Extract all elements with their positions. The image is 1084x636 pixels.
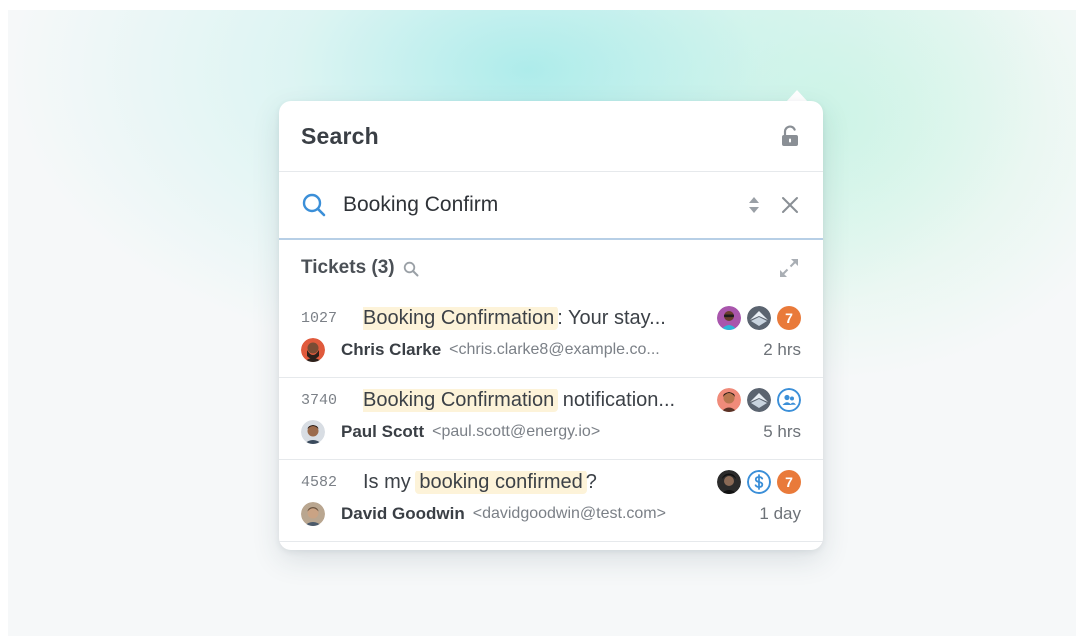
tickets-section-label: Tickets (3) bbox=[301, 257, 395, 278]
requester-avatar bbox=[301, 338, 325, 362]
subject-rest: : Your stay... bbox=[557, 306, 666, 329]
search-bar bbox=[279, 172, 823, 240]
ticket-subject: Is my booking confirmed? bbox=[363, 470, 711, 494]
popover-title: Search bbox=[301, 122, 379, 149]
search-input[interactable] bbox=[343, 193, 733, 217]
search-icon[interactable] bbox=[403, 261, 419, 277]
agent-avatar-icon bbox=[717, 470, 741, 494]
ticket-time: 5 hrs bbox=[763, 422, 801, 441]
requester-name: David Goodwin bbox=[341, 504, 465, 523]
ticket-id: 4582 bbox=[301, 473, 338, 491]
count-badge: 7 bbox=[777, 470, 801, 494]
ticket-time: 2 hrs bbox=[763, 340, 801, 359]
subject-highlight: Booking Confirmation bbox=[363, 306, 559, 330]
ticket-badges bbox=[717, 388, 801, 412]
subject-highlight: Booking Confirmation bbox=[363, 388, 559, 412]
requester-name: Paul Scott bbox=[341, 422, 425, 441]
close-icon[interactable] bbox=[779, 194, 801, 216]
subject-prefix: Is my bbox=[363, 470, 417, 493]
ticket-row[interactable]: 4582 Is my booking confirmed? 7 David Go… bbox=[279, 460, 823, 542]
count-badge: 7 bbox=[777, 306, 801, 330]
unlock-icon[interactable] bbox=[779, 124, 801, 148]
requester-name: Chris Clarke bbox=[341, 340, 442, 359]
user-group-icon bbox=[777, 388, 801, 412]
requester-avatar bbox=[301, 502, 325, 526]
popover-header: Search bbox=[279, 101, 823, 172]
search-icon bbox=[302, 193, 326, 217]
agent-avatar-icon bbox=[717, 306, 741, 330]
ticket-subject: Booking Confirmation notification... bbox=[363, 388, 711, 412]
requester-avatar bbox=[301, 420, 325, 444]
ticket-row[interactable]: 1027 Booking Confirmation: Your stay... … bbox=[279, 296, 823, 378]
ticket-badges: 7 bbox=[717, 470, 801, 494]
requester-email: <davidgoodwin@test.com> bbox=[472, 505, 666, 522]
requester-email: <paul.scott@energy.io> bbox=[432, 423, 601, 440]
ticket-id: 3740 bbox=[301, 391, 338, 409]
dollar-icon bbox=[747, 470, 771, 494]
subject-highlight: booking confirmed bbox=[415, 470, 587, 494]
ticket-subject: Booking Confirmation: Your stay... bbox=[363, 306, 711, 330]
search-popover: Search Tick bbox=[279, 101, 823, 550]
subject-rest: notification... bbox=[557, 388, 676, 411]
ticket-id: 1027 bbox=[301, 309, 338, 327]
expand-icon[interactable] bbox=[777, 256, 801, 280]
subject-rest: ? bbox=[585, 470, 597, 493]
sort-icon[interactable] bbox=[745, 194, 763, 216]
team-icon bbox=[747, 306, 771, 330]
agent-avatar-icon bbox=[717, 388, 741, 412]
requester-email: <chris.clarke8@example.co... bbox=[449, 341, 660, 358]
ticket-time: 1 day bbox=[759, 504, 801, 523]
team-icon bbox=[747, 388, 771, 412]
tickets-section-header: Tickets (3) bbox=[279, 240, 823, 296]
ticket-row[interactable]: 3740 Booking Confirmation notification..… bbox=[279, 378, 823, 460]
ticket-badges: 7 bbox=[717, 306, 801, 330]
